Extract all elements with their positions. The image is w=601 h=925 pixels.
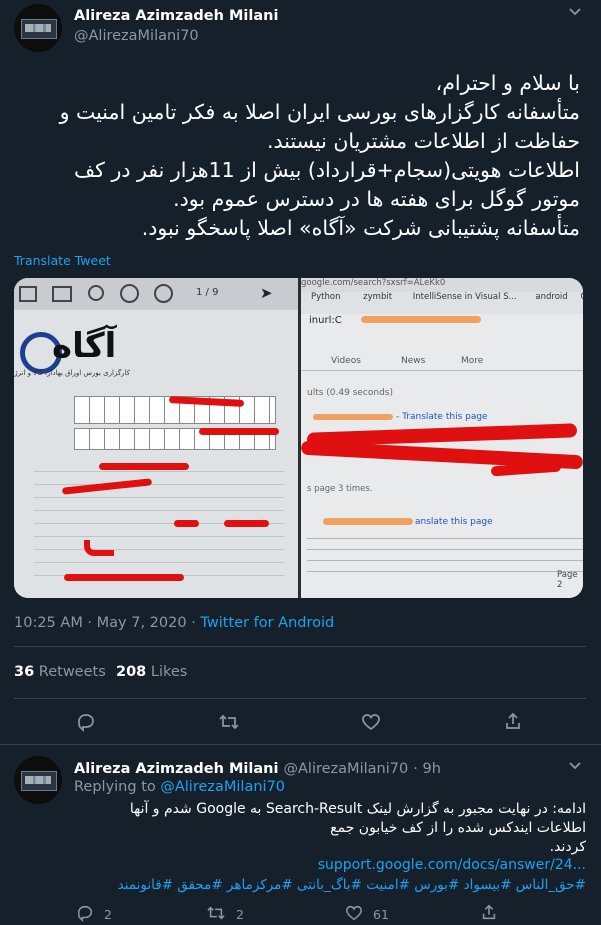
page-tag: Page 2 (557, 570, 578, 590)
tweet-text-line: متأسفانه پشتیبانی شرکت «آگاه» اصلا پاسخگ… (141, 216, 580, 240)
bookmark-item: Python (311, 292, 341, 302)
tweet-text-line: حفاظت از اطلاعات مشتریان نیستند. (266, 129, 580, 153)
likes-count: 208 (116, 664, 147, 680)
divider (0, 744, 601, 745)
divider (14, 646, 586, 647)
pdf-page-number: 1 / 9 (196, 287, 219, 298)
results-count: ults (0.49 seconds) (307, 388, 393, 398)
timestamp-text: 10:25 AM · May 7, 2020 · (14, 615, 201, 631)
redaction-mark (361, 316, 481, 323)
author-name[interactable]: Alireza Azimzadeh Milani (74, 8, 278, 24)
retweet-count: 2 (236, 907, 244, 922)
like-icon[interactable] (345, 904, 363, 925)
redaction-mark (323, 518, 413, 525)
agah-logo-text: آگاه (52, 326, 117, 366)
reply-author-handle[interactable]: @AlirezaMilani70 (284, 761, 409, 777)
zoom-icon (88, 285, 104, 301)
like-count: 61 (373, 907, 389, 922)
share-icon[interactable] (503, 711, 523, 735)
search-query: inurl:C (309, 315, 342, 326)
retweet-icon[interactable] (218, 712, 240, 736)
bookmark-item: android (535, 292, 568, 302)
tweet-source-link[interactable]: Twitter for Android (200, 615, 334, 631)
print-icon (19, 286, 37, 302)
retweet-button[interactable]: 2 (206, 904, 244, 925)
redaction-mark (99, 463, 189, 470)
reply-time[interactable]: · 9h (413, 761, 441, 777)
page-up-icon (120, 284, 139, 303)
reply-icon[interactable] (76, 904, 94, 925)
divider (14, 698, 586, 699)
translate-page-link: anslate this page (415, 517, 493, 527)
likes-label: Likes (150, 664, 188, 680)
author-handle[interactable]: @AlirezaMilani70 (74, 28, 199, 44)
visited-note: s page 3 times. (307, 484, 373, 494)
redaction-mark (199, 428, 279, 435)
reply-button[interactable]: 2 (76, 904, 112, 925)
reply-text: ادامه: در نهایت مجبور به گزارش لینک Sear… (74, 800, 586, 857)
translate-tweet-link[interactable]: Translate Tweet (14, 253, 111, 268)
reply-text-line: کردند. (549, 839, 586, 855)
redaction-mark (84, 540, 114, 556)
author-avatar[interactable] (14, 4, 62, 52)
tab-more: More (461, 356, 484, 366)
bookmark-item: zymbit (363, 292, 393, 302)
tweet-timestamp: 10:25 AM · May 7, 2020 · Twitter for And… (14, 615, 334, 631)
reply-count: 2 (104, 907, 112, 922)
tweet-text-line: متأسفانه کارگزارهای بورسی ایران اصلا به … (59, 100, 580, 124)
retweet-icon[interactable] (206, 904, 226, 925)
replying-to: Replying to @AlirezaMilani70 (74, 779, 285, 795)
tweet-photo[interactable]: 1 / 9 ➤ آگاه کارگزاری بورس اوراق بهادار،… (14, 278, 583, 598)
reply-hashtags[interactable]: #حق_الناس #بیسواد #بورس #امنیت #باگ_بانت… (74, 877, 586, 893)
tab-news: News (401, 356, 426, 366)
result-snippet (307, 534, 583, 582)
chevron-down-icon[interactable] (568, 760, 582, 775)
chevron-down-icon[interactable] (568, 6, 582, 21)
retweets-stat[interactable]: 36 Retweets (14, 664, 106, 680)
cursor-icon: ➤ (260, 284, 273, 302)
bookmark-item: CV (580, 292, 583, 302)
translate-page-link: - Translate this page (396, 412, 488, 422)
retweets-count: 36 (14, 664, 35, 680)
redaction-mark (64, 574, 184, 581)
share-icon[interactable] (480, 903, 498, 925)
bookmark-item: IntelliSense in Visual S... (412, 292, 517, 302)
reply-author-avatar[interactable] (14, 756, 62, 804)
pdf-viewer-pane: 1 / 9 ➤ آگاه کارگزاری بورس اوراق بهادار،… (14, 278, 298, 598)
reply-header: Alireza Azimzadeh Milani @AlirezaMilani7… (74, 758, 441, 777)
retweets-label: Retweets (38, 664, 106, 680)
browser-pane: google.com/search?sxsrf=ALeKk0 Python zy… (300, 278, 583, 598)
like-button[interactable]: 61 (345, 904, 389, 925)
agah-tagline: کارگزاری بورس اوراق بهادار، کالا و انرژی (14, 369, 130, 377)
reply-link[interactable]: support.google.com/docs/answer/24... (74, 857, 586, 873)
redaction-mark (174, 520, 199, 527)
reply-icon[interactable] (76, 712, 96, 736)
tweet-text: با سلام و احترام، متأسفانه کارگزارهای بو… (14, 69, 580, 243)
tab-videos: Videos (331, 356, 361, 366)
redaction-mark (313, 414, 393, 420)
reply-text-line: ادامه: در نهایت مجبور به گزارش لینک Sear… (129, 801, 586, 817)
replying-to-handle[interactable]: @AlirezaMilani70 (160, 779, 285, 795)
browser-url: google.com/search?sxsrf=ALeKk0 (301, 278, 583, 292)
like-icon[interactable] (361, 712, 381, 736)
mail-icon (52, 286, 72, 302)
tabs-divider (301, 370, 583, 371)
bookmarks-bar: Python zymbit IntelliSense in Visual S..… (301, 292, 583, 314)
reply-author-name[interactable]: Alireza Azimzadeh Milani (74, 761, 278, 777)
reply-text-line: اطلاعات ایندکس شده را از کف خیابون جمع (330, 820, 586, 836)
tweet-text-line: اطلاعات هویتی(سجام+قرارداد) بیش از 11هزا… (73, 158, 580, 182)
redaction-mark (224, 520, 269, 527)
tweet-text-line: موتور گوگل برای هفته ها در دسترس عموم بو… (173, 187, 580, 211)
replying-to-label: Replying to (74, 779, 161, 795)
page-down-icon (154, 284, 173, 303)
tweet-text-line: با سلام و احترام، (435, 71, 580, 95)
likes-stat[interactable]: 208 Likes (116, 664, 187, 680)
